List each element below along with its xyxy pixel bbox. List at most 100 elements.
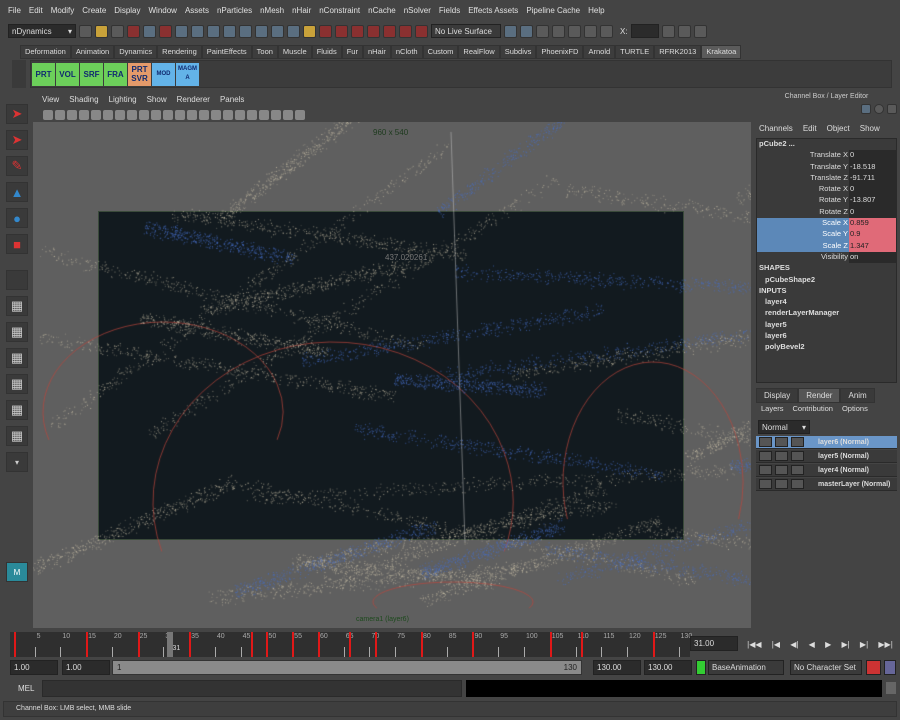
layout-graph-icon[interactable]: ▦ bbox=[6, 374, 28, 394]
menu-pipeline-cache[interactable]: Pipeline Cache bbox=[522, 6, 584, 15]
channel-value[interactable]: -91.711 bbox=[849, 172, 896, 185]
magnet-view-icon[interactable] bbox=[383, 24, 396, 38]
menu-nhair[interactable]: nHair bbox=[288, 6, 315, 15]
layout-more-icon[interactable]: ▾ bbox=[6, 452, 28, 472]
magnet-surface-icon[interactable] bbox=[399, 24, 412, 38]
layer-menu-contribution[interactable]: Contribution bbox=[793, 404, 833, 413]
mel-input[interactable] bbox=[42, 680, 462, 697]
shelf-tab-krakatoa[interactable]: Krakatoa bbox=[701, 45, 742, 59]
snap-grid-icon[interactable] bbox=[175, 24, 188, 38]
lights-icon[interactable] bbox=[163, 109, 173, 120]
sphere-icon[interactable] bbox=[874, 104, 884, 114]
panel-menu-view[interactable]: View bbox=[37, 95, 64, 107]
anim-layer-dropdown[interactable]: BaseAnimation bbox=[708, 660, 784, 675]
channel-menu-channels[interactable]: Channels bbox=[759, 124, 793, 133]
layout-outliner-icon[interactable]: ▦ bbox=[6, 348, 28, 368]
channel-value[interactable]: 0.9 bbox=[849, 229, 896, 241]
input-item[interactable]: polyBevel2 bbox=[757, 342, 896, 353]
select-hierarchy-icon[interactable] bbox=[127, 24, 140, 38]
shadows-icon[interactable] bbox=[175, 109, 185, 120]
magnet-point-icon[interactable] bbox=[367, 24, 380, 38]
select-camera-icon[interactable] bbox=[259, 109, 269, 120]
blank-toggle-icon[interactable] bbox=[775, 479, 788, 489]
keyframe-marker[interactable] bbox=[86, 632, 89, 657]
start-time-field[interactable]: 1.00 bbox=[10, 660, 58, 675]
menu-fields[interactable]: Fields bbox=[435, 6, 464, 15]
arrow-icon[interactable] bbox=[887, 104, 897, 114]
live-surface-field[interactable]: No Live Surface bbox=[431, 24, 501, 38]
play-forward-icon[interactable]: ▶ bbox=[825, 640, 831, 649]
menu-nconstraint[interactable]: nConstraint bbox=[315, 6, 364, 15]
layer-row[interactable]: layer6 (Normal) bbox=[756, 436, 897, 449]
channel-box-icon[interactable] bbox=[677, 24, 691, 38]
channel-value[interactable]: 0 bbox=[849, 184, 896, 196]
input-item[interactable]: renderLayerManager bbox=[757, 308, 896, 319]
film-gate-icon[interactable] bbox=[103, 109, 113, 120]
channel-row[interactable]: Scale Y 0.9 bbox=[757, 229, 896, 241]
output-ops-icon[interactable] bbox=[520, 24, 533, 38]
lasso-tool-icon[interactable]: ➤ bbox=[6, 130, 28, 150]
channel-row[interactable]: Translate Z -91.711 bbox=[757, 172, 896, 185]
viewport[interactable]: 960 x 540 437.020261 camera1 (layer6) bbox=[33, 122, 751, 628]
channel-label[interactable]: Scale X bbox=[757, 218, 849, 230]
channel-menu-object[interactable]: Object bbox=[827, 124, 850, 133]
channel-menu-edit[interactable]: Edit bbox=[803, 124, 817, 133]
channel-row[interactable]: Scale X 0.859 bbox=[757, 218, 896, 230]
layer-name[interactable]: layer4 (Normal) bbox=[818, 467, 869, 474]
layout-hypershade-icon[interactable]: ▦ bbox=[6, 400, 28, 420]
tab-anim[interactable]: Anim bbox=[840, 388, 875, 403]
anim-layer-icon[interactable] bbox=[696, 660, 706, 675]
magnet-icon[interactable] bbox=[335, 24, 348, 38]
layer-row[interactable]: layer4 (Normal) bbox=[756, 464, 897, 477]
menu-assets[interactable]: Assets bbox=[181, 6, 213, 15]
camera-attributes-icon[interactable] bbox=[55, 109, 65, 120]
shelf-tab-ncloth[interactable]: nCloth bbox=[390, 45, 423, 59]
shelf-tab-dynamics[interactable]: Dynamics bbox=[114, 45, 158, 59]
render-setup-icon[interactable] bbox=[791, 451, 804, 461]
channel-row[interactable]: Scale Z 1.347 bbox=[757, 240, 896, 252]
channel-row[interactable]: Visibility on bbox=[757, 251, 896, 264]
shelf-tab-rendering[interactable]: Rendering bbox=[157, 45, 202, 59]
paint-select-tool-icon[interactable]: ✎ bbox=[6, 156, 28, 176]
frame-selected-icon[interactable] bbox=[283, 109, 293, 120]
keyframe-marker[interactable] bbox=[266, 632, 269, 657]
script-editor-icon[interactable] bbox=[886, 682, 896, 694]
channel-value[interactable]: -18.518 bbox=[849, 161, 896, 173]
shelf-tab-animation[interactable]: Animation bbox=[70, 45, 115, 59]
keyframe-marker[interactable] bbox=[652, 632, 655, 657]
shelf-tab-muscle[interactable]: Muscle bbox=[277, 45, 312, 59]
layer-row[interactable]: masterLayer (Normal) bbox=[756, 478, 897, 491]
blank-toggle-icon[interactable] bbox=[775, 437, 788, 447]
channel-value[interactable]: -13.807 bbox=[849, 195, 896, 207]
blank-toggle-icon[interactable] bbox=[775, 465, 788, 475]
channel-row[interactable]: Rotate Y -13.807 bbox=[757, 195, 896, 207]
go-to-end-icon[interactable]: ▶▶| bbox=[878, 640, 892, 649]
channel-value[interactable]: 0 bbox=[849, 150, 896, 162]
panel-menu-panels[interactable]: Panels bbox=[215, 95, 249, 107]
current-frame-field[interactable]: 31.00 bbox=[690, 636, 738, 651]
layer-name[interactable]: layer5 (Normal) bbox=[818, 453, 869, 460]
channel-label[interactable]: Rotate X bbox=[757, 184, 849, 195]
select-icon[interactable] bbox=[319, 24, 332, 38]
menu-ncache[interactable]: nCache bbox=[364, 6, 400, 15]
keyframe-marker[interactable] bbox=[374, 632, 377, 657]
menu-nsolver[interactable]: nSolver bbox=[400, 6, 435, 15]
keyframe-marker[interactable] bbox=[292, 632, 295, 657]
shelf-button-prt[interactable]: PRT bbox=[32, 62, 55, 86]
time-slider[interactable]: 5101520253035404550556065707580859095100… bbox=[10, 632, 692, 657]
textured-icon[interactable] bbox=[151, 109, 161, 120]
last-tool-icon[interactable] bbox=[6, 270, 28, 290]
object-name[interactable]: pCube2 ... bbox=[757, 139, 896, 150]
shelf-tab-deformation[interactable]: Deformation bbox=[20, 45, 71, 59]
channel-label[interactable]: Scale Z bbox=[757, 240, 849, 252]
attribute-editor-icon[interactable] bbox=[661, 24, 675, 38]
channel-label[interactable]: Scale Y bbox=[757, 229, 849, 241]
tab-render[interactable]: Render bbox=[798, 388, 841, 403]
panel-menu-renderer[interactable]: Renderer bbox=[172, 95, 215, 107]
move-tool-icon[interactable]: ▲ bbox=[6, 182, 28, 202]
select-tool-icon[interactable]: ➤ bbox=[6, 104, 28, 124]
snap-surface-icon[interactable] bbox=[239, 24, 252, 38]
shelf-tab-subdivs[interactable]: Subdivs bbox=[499, 45, 537, 59]
x-input[interactable] bbox=[630, 24, 659, 38]
step-back-frame-icon[interactable]: ◀| bbox=[790, 640, 798, 649]
